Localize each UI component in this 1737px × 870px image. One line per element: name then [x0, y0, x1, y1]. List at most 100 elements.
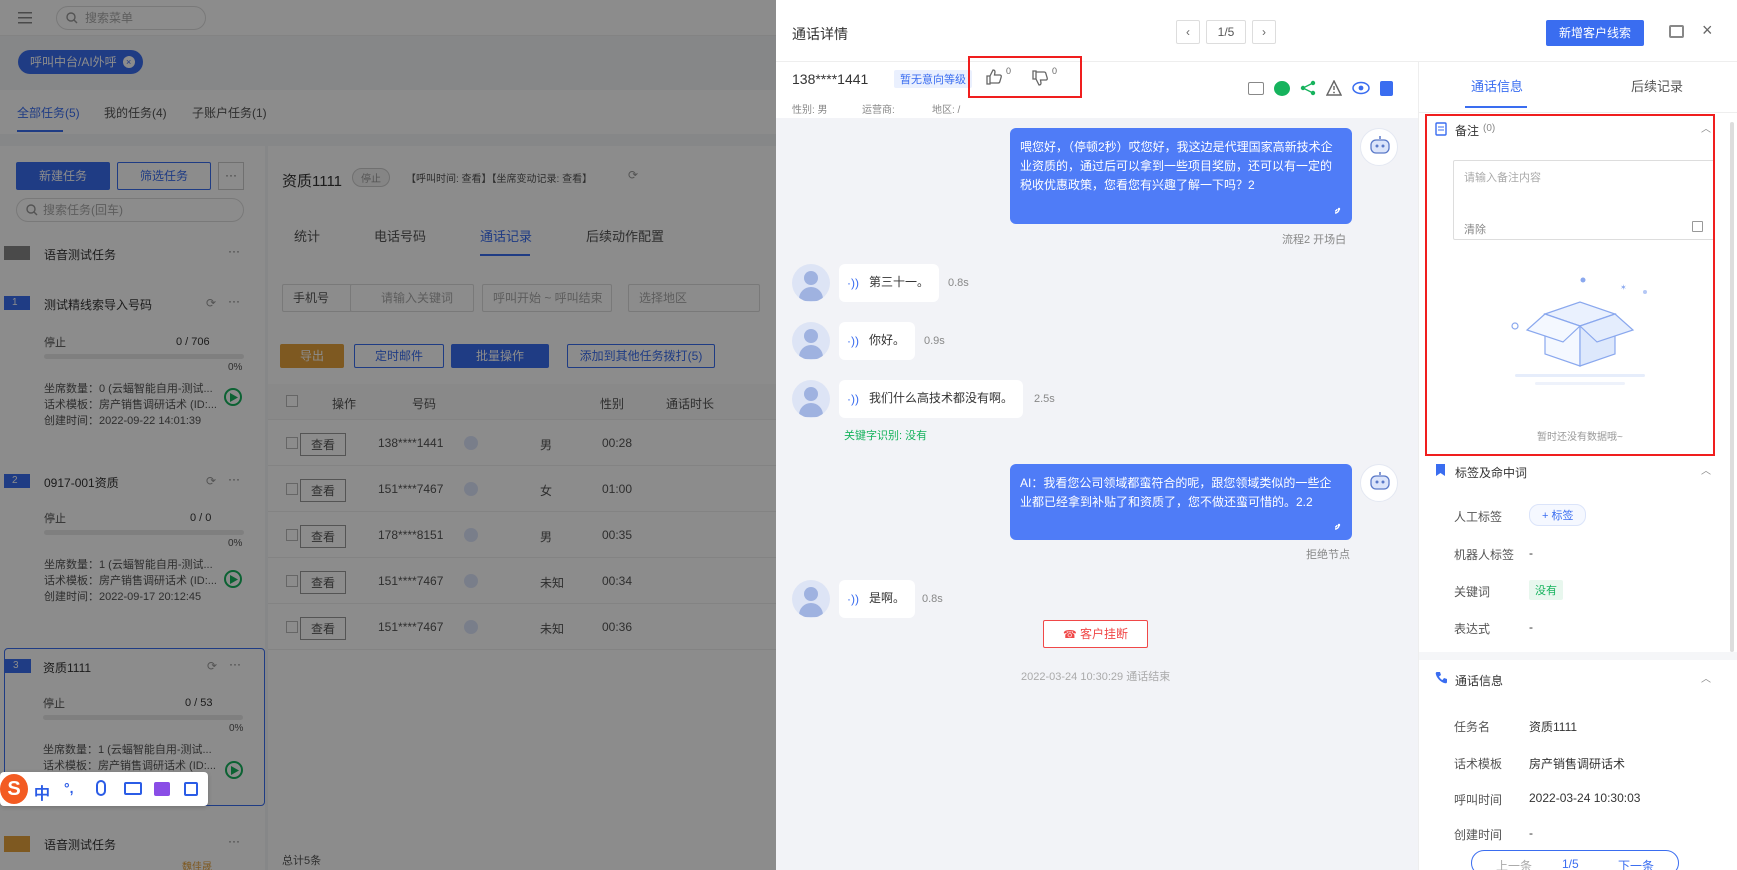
customer-message-text: 第三十一。 — [869, 275, 930, 289]
created-time-label: 创建时间 — [1454, 828, 1503, 842]
audio-wave-icon[interactable] — [1328, 202, 1342, 216]
ime-toolbar[interactable]: S 中 °, — [0, 772, 208, 806]
phone-icon — [1435, 672, 1447, 684]
message-duration: 0.8s — [922, 593, 943, 605]
customer-message-text: 是啊。 — [869, 591, 906, 605]
call-detail-drawer: 通话详情 ‹ 1/5 › 新增客户线索 × 138****1441 暂无意向等级… — [776, 0, 1737, 870]
customer-avatar — [792, 264, 830, 302]
manual-tag-label: 人工标签 — [1454, 510, 1503, 524]
tab-active-underline — [1465, 106, 1527, 108]
expression-value: - — [1529, 620, 1533, 634]
tabs-divider — [1419, 112, 1737, 113]
robot-avatar — [1360, 464, 1398, 502]
close-icon[interactable]: × — [1702, 20, 1713, 41]
record-pager: 上一条 1/5 下一条 — [1471, 850, 1679, 870]
customer-gender: 性别: 男 — [792, 105, 828, 116]
action-icons — [1248, 80, 1413, 100]
window-mode-icon[interactable] — [1669, 25, 1684, 38]
ai-message-bubble: AI：我看您公司领域都蛮符合的呢，跟您领域类似的一些企业都已经拿到补贴了和资质了… — [1010, 464, 1352, 540]
next-record-button[interactable]: 下一条 — [1618, 857, 1654, 870]
ai-message-text: AI：我看您公司领域都蛮符合的呢，跟您领域类似的一些企业都已经拿到补贴了和资质了… — [1020, 476, 1332, 509]
copy-icon[interactable] — [1380, 81, 1393, 96]
script-template-value: 房产销售调研话术 — [1529, 757, 1626, 771]
customer-avatar — [792, 580, 830, 618]
conversation-area: 喂您好，（停顿2秒）哎您好，我这边是代理国家高新技术企业资质的，通过后可以拿到一… — [776, 118, 1418, 870]
audio-play-icon[interactable]: ·)) — [847, 390, 859, 408]
pager-text: 1/5 — [1217, 25, 1235, 39]
prev-arrow-button[interactable]: ‹ — [1176, 20, 1200, 44]
customer-message-bubble: ·)) 我们什么高技术都没有啊。 — [839, 380, 1024, 418]
hangup-badge: ☎ 客户挂断 — [1043, 620, 1148, 648]
ime-chinese-mode[interactable]: 中 — [34, 780, 50, 804]
message-duration: 0.9s — [924, 335, 945, 347]
ai-message-bubble: 喂您好，（停顿2秒）哎您好，我这边是代理国家高新技术企业资质的，通过后可以拿到一… — [1010, 128, 1352, 224]
script-template-label: 话术模板 — [1454, 757, 1503, 771]
expression-label: 表达式 — [1454, 622, 1491, 636]
next-arrow-button[interactable]: › — [1252, 20, 1276, 44]
ai-node-label: 拒绝节点 — [1306, 549, 1350, 561]
robot-tag-label: 机器人标签 — [1454, 548, 1515, 562]
keyword-label: 关键词 — [1454, 585, 1491, 599]
audio-play-icon[interactable]: ·)) — [847, 274, 859, 292]
tags-title: 标签及命中词 — [1455, 466, 1528, 480]
scrollbar[interactable] — [1730, 122, 1734, 652]
bookmark-icon — [1436, 464, 1445, 476]
chevron-up-icon[interactable]: ︿ — [1701, 462, 1711, 477]
task-name-label: 任务名 — [1454, 720, 1491, 734]
call-time-label: 呼叫时间 — [1454, 793, 1503, 807]
customer-message-text: 我们什么高技术都没有啊。 — [869, 391, 1014, 405]
section-divider — [1419, 652, 1737, 660]
new-lead-label: 新增客户线索 — [1558, 26, 1631, 40]
audio-play-icon[interactable]: ·)) — [847, 590, 859, 608]
share-icon[interactable] — [1300, 80, 1316, 96]
robot-avatar — [1360, 128, 1398, 166]
highlight-box-feedback — [968, 56, 1082, 98]
tab-followup-records[interactable]: 后续记录 — [1631, 76, 1683, 95]
warning-icon[interactable] — [1326, 80, 1342, 96]
tab-call-info[interactable]: 通话信息 — [1471, 76, 1523, 95]
ime-punctuation[interactable]: °, — [64, 780, 74, 796]
drawer-header: 通话详情 ‹ 1/5 › 新增客户线索 × — [776, 0, 1737, 62]
microphone-icon[interactable] — [96, 780, 106, 796]
created-time-value: - — [1529, 826, 1533, 840]
message-icon[interactable] — [1248, 82, 1264, 95]
drawer-title: 通话详情 — [792, 26, 848, 42]
chevron-up-icon[interactable]: ︿ — [1701, 670, 1711, 685]
robot-tag-value: - — [1529, 546, 1533, 560]
keyword-tag: 没有 — [1529, 580, 1563, 600]
keyword-recognition: 关键字识别: 没有 — [844, 430, 928, 442]
call-info-title: 通话信息 — [1455, 674, 1504, 688]
customer-avatar — [792, 322, 830, 360]
customer-carrier: 运营商: — [862, 105, 895, 116]
customer-phone: 138****1441 — [792, 71, 869, 87]
phone-hangup-icon: ☎ — [1062, 629, 1077, 641]
add-tag-button[interactable]: + 标签 — [1529, 504, 1587, 526]
eye-icon[interactable] — [1352, 81, 1370, 95]
ai-message-text: 喂您好，（停顿2秒）哎您好，我这边是代理国家高新技术企业资质的，通过后可以拿到一… — [1020, 140, 1333, 192]
customer-message-text: 你好。 — [869, 333, 906, 347]
intent-badge: 暂无意向等级 — [894, 70, 972, 88]
hangup-label: 客户挂断 — [1080, 627, 1129, 641]
customer-message-bubble: ·)) 是啊。 — [839, 580, 916, 618]
keyboard-icon[interactable] — [124, 782, 142, 795]
skin-icon[interactable] — [154, 782, 170, 796]
modal-overlay[interactable] — [0, 0, 776, 870]
message-duration: 0.8s — [948, 277, 969, 289]
customer-region: 地区: / — [932, 105, 961, 116]
ai-node-label: 流程2 开场白 — [1282, 234, 1347, 246]
pager-display: 1/5 — [1206, 20, 1246, 44]
prev-record-button[interactable]: 上一条 — [1496, 857, 1532, 870]
sogou-logo-icon: S — [0, 774, 28, 804]
customer-message-bubble: ·)) 第三十一。 — [839, 264, 940, 302]
audio-wave-icon[interactable] — [1328, 518, 1342, 532]
new-lead-button[interactable]: 新增客户线索 — [1546, 20, 1644, 46]
record-page: 1/5 — [1562, 857, 1579, 870]
customer-avatar — [792, 380, 830, 418]
audio-play-icon[interactable]: ·)) — [847, 332, 859, 350]
call-end-time: 2022-03-24 10:30:29 通话结束 — [1021, 671, 1171, 683]
call-time-value: 2022-03-24 10:30:03 — [1529, 791, 1641, 805]
toolbox-icon[interactable] — [184, 782, 198, 796]
wechat-icon[interactable] — [1274, 81, 1290, 96]
task-name-value: 资质1111 — [1529, 720, 1578, 734]
call-info-panel: 通话信息 后续记录 备注 (0) ︿ 请输入备注内容 清除 ✶ 暂时还没有数据哦… — [1418, 62, 1737, 870]
